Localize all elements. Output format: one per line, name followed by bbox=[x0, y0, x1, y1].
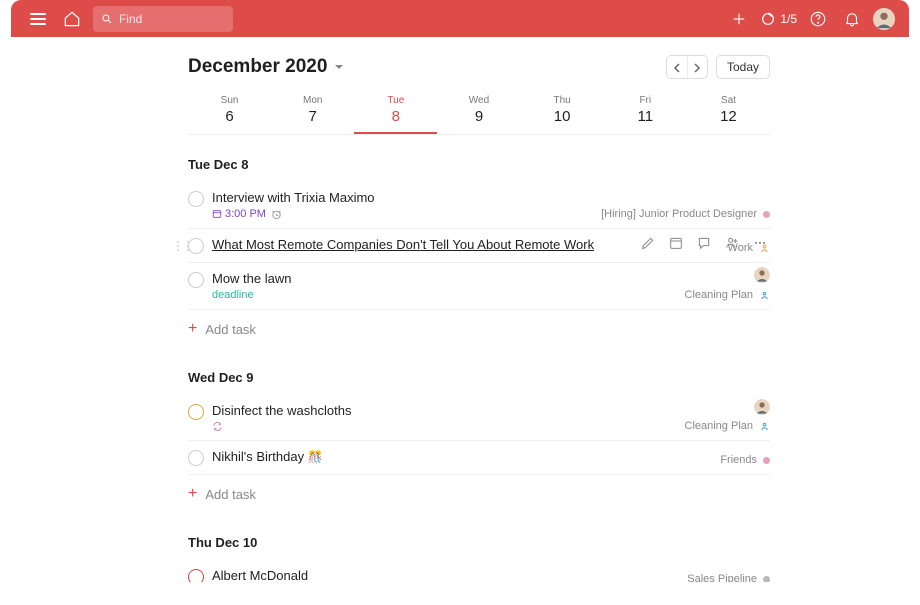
productivity-icon bbox=[760, 11, 776, 27]
task-checkbox[interactable] bbox=[188, 191, 204, 207]
search-input-wrapper[interactable] bbox=[93, 6, 233, 32]
reminder-icon bbox=[271, 209, 282, 220]
plus-icon: + bbox=[188, 320, 197, 338]
day-tue[interactable]: Tue8 bbox=[354, 91, 437, 134]
task-project-label[interactable]: Work bbox=[728, 242, 770, 254]
project-dot bbox=[763, 211, 770, 218]
chevron-right-icon bbox=[693, 63, 701, 73]
task-title: Nikhil's Birthday 🎊 bbox=[212, 449, 770, 464]
add-task-button[interactable]: + Add task bbox=[188, 310, 770, 348]
comment-icon bbox=[696, 235, 712, 251]
bell-icon bbox=[843, 10, 861, 28]
task-row[interactable]: ⋮⋮ What Most Remote Companies Don't Tell… bbox=[188, 229, 770, 263]
edit-task-button[interactable] bbox=[638, 233, 658, 253]
task-row[interactable]: Nikhil's Birthday 🎊 Friends bbox=[188, 441, 770, 475]
add-task-label: Add task bbox=[205, 322, 256, 337]
recurring-icon bbox=[212, 421, 223, 432]
chevron-down-icon bbox=[333, 61, 345, 73]
notifications-button[interactable] bbox=[839, 6, 865, 32]
task-project-label[interactable]: Cleaning Plan bbox=[685, 420, 771, 432]
section-heading-tue: Tue Dec 8 bbox=[188, 157, 770, 172]
day-thu[interactable]: Thu10 bbox=[521, 91, 604, 134]
search-input[interactable] bbox=[119, 12, 225, 26]
task-row[interactable]: Mow the lawn deadline Cleaning Plan bbox=[188, 263, 770, 310]
task-checkbox[interactable] bbox=[188, 450, 204, 466]
shared-icon bbox=[759, 290, 770, 301]
avatar-icon bbox=[873, 8, 895, 30]
emoji: 🎊 bbox=[308, 450, 323, 464]
day-sat[interactable]: Sat12 bbox=[687, 91, 770, 134]
day-sun[interactable]: Sun6 bbox=[188, 91, 271, 134]
calendar-icon bbox=[212, 209, 222, 219]
quick-add-button[interactable] bbox=[726, 6, 752, 32]
task-project-label[interactable]: Friends bbox=[720, 454, 770, 466]
task-checkbox[interactable] bbox=[188, 272, 204, 288]
today-button[interactable]: Today bbox=[716, 55, 770, 79]
person-icon bbox=[759, 243, 770, 254]
assignee-avatar[interactable] bbox=[754, 267, 770, 283]
add-task-label: Add task bbox=[205, 487, 256, 502]
task-checkbox[interactable] bbox=[188, 569, 204, 582]
topbar: 1/5 bbox=[11, 0, 909, 37]
next-week-button[interactable] bbox=[687, 56, 707, 79]
hamburger-icon bbox=[30, 13, 46, 25]
task-title: Interview with Trixia Maximo bbox=[212, 190, 770, 205]
comment-task-button[interactable] bbox=[694, 233, 714, 253]
week-strip: Sun6 Mon7 Tue8 Wed9 Thu10 Fri11 Sat12 bbox=[188, 91, 770, 135]
pencil-icon bbox=[640, 235, 656, 251]
home-icon bbox=[62, 9, 82, 29]
chevron-left-icon bbox=[673, 63, 681, 73]
productivity-button[interactable]: 1/5 bbox=[760, 11, 797, 27]
karma-count: 1/5 bbox=[780, 12, 797, 26]
app-window: 1/5 December 2020 bbox=[11, 0, 909, 582]
section-heading-wed: Wed Dec 9 bbox=[188, 370, 770, 385]
day-fri[interactable]: Fri11 bbox=[604, 91, 687, 134]
plus-icon bbox=[730, 10, 748, 28]
task-project-label[interactable]: Cleaning Plan bbox=[685, 289, 771, 301]
deadline-label: deadline bbox=[212, 289, 254, 301]
user-avatar[interactable] bbox=[873, 8, 895, 30]
schedule-task-button[interactable] bbox=[666, 233, 686, 253]
month-label: December 2020 bbox=[188, 56, 327, 78]
week-nav-group bbox=[666, 55, 708, 79]
task-row[interactable]: Interview with Trixia Maximo 3:00 PM [Hi… bbox=[188, 182, 770, 229]
menu-toggle-button[interactable] bbox=[25, 6, 51, 32]
task-row[interactable]: Disinfect the washcloths Cleaning Plan bbox=[188, 395, 770, 441]
plus-icon: + bbox=[188, 485, 197, 503]
project-dot bbox=[763, 576, 770, 583]
project-dot bbox=[763, 457, 770, 464]
calendar-icon bbox=[668, 235, 684, 251]
task-time-chip: 3:00 PM bbox=[212, 208, 266, 220]
assignee-avatar[interactable] bbox=[754, 399, 770, 415]
add-task-button[interactable]: + Add task bbox=[188, 475, 770, 513]
prev-week-button[interactable] bbox=[667, 56, 687, 79]
task-project-label[interactable]: Sales Pipeline bbox=[687, 573, 770, 582]
day-wed[interactable]: Wed9 bbox=[437, 91, 520, 134]
task-checkbox[interactable] bbox=[188, 404, 204, 420]
month-selector[interactable]: December 2020 bbox=[188, 56, 345, 78]
task-project-label[interactable]: [Hiring] Junior Product Designer bbox=[601, 208, 770, 220]
home-button[interactable] bbox=[59, 6, 85, 32]
day-mon[interactable]: Mon7 bbox=[271, 91, 354, 134]
search-icon bbox=[101, 12, 113, 26]
content-area: December 2020 Today bbox=[11, 37, 909, 582]
help-icon bbox=[809, 10, 827, 28]
month-header: December 2020 Today bbox=[188, 55, 770, 79]
task-title: Mow the lawn bbox=[212, 271, 770, 286]
task-row[interactable]: Albert McDonald Sales Pipeline bbox=[188, 560, 770, 582]
help-button[interactable] bbox=[805, 6, 831, 32]
shared-icon bbox=[759, 421, 770, 432]
drag-handle-icon[interactable]: ⋮⋮ bbox=[172, 239, 192, 253]
task-title: Disinfect the washcloths bbox=[212, 403, 770, 418]
section-heading-thu: Thu Dec 10 bbox=[188, 535, 770, 550]
